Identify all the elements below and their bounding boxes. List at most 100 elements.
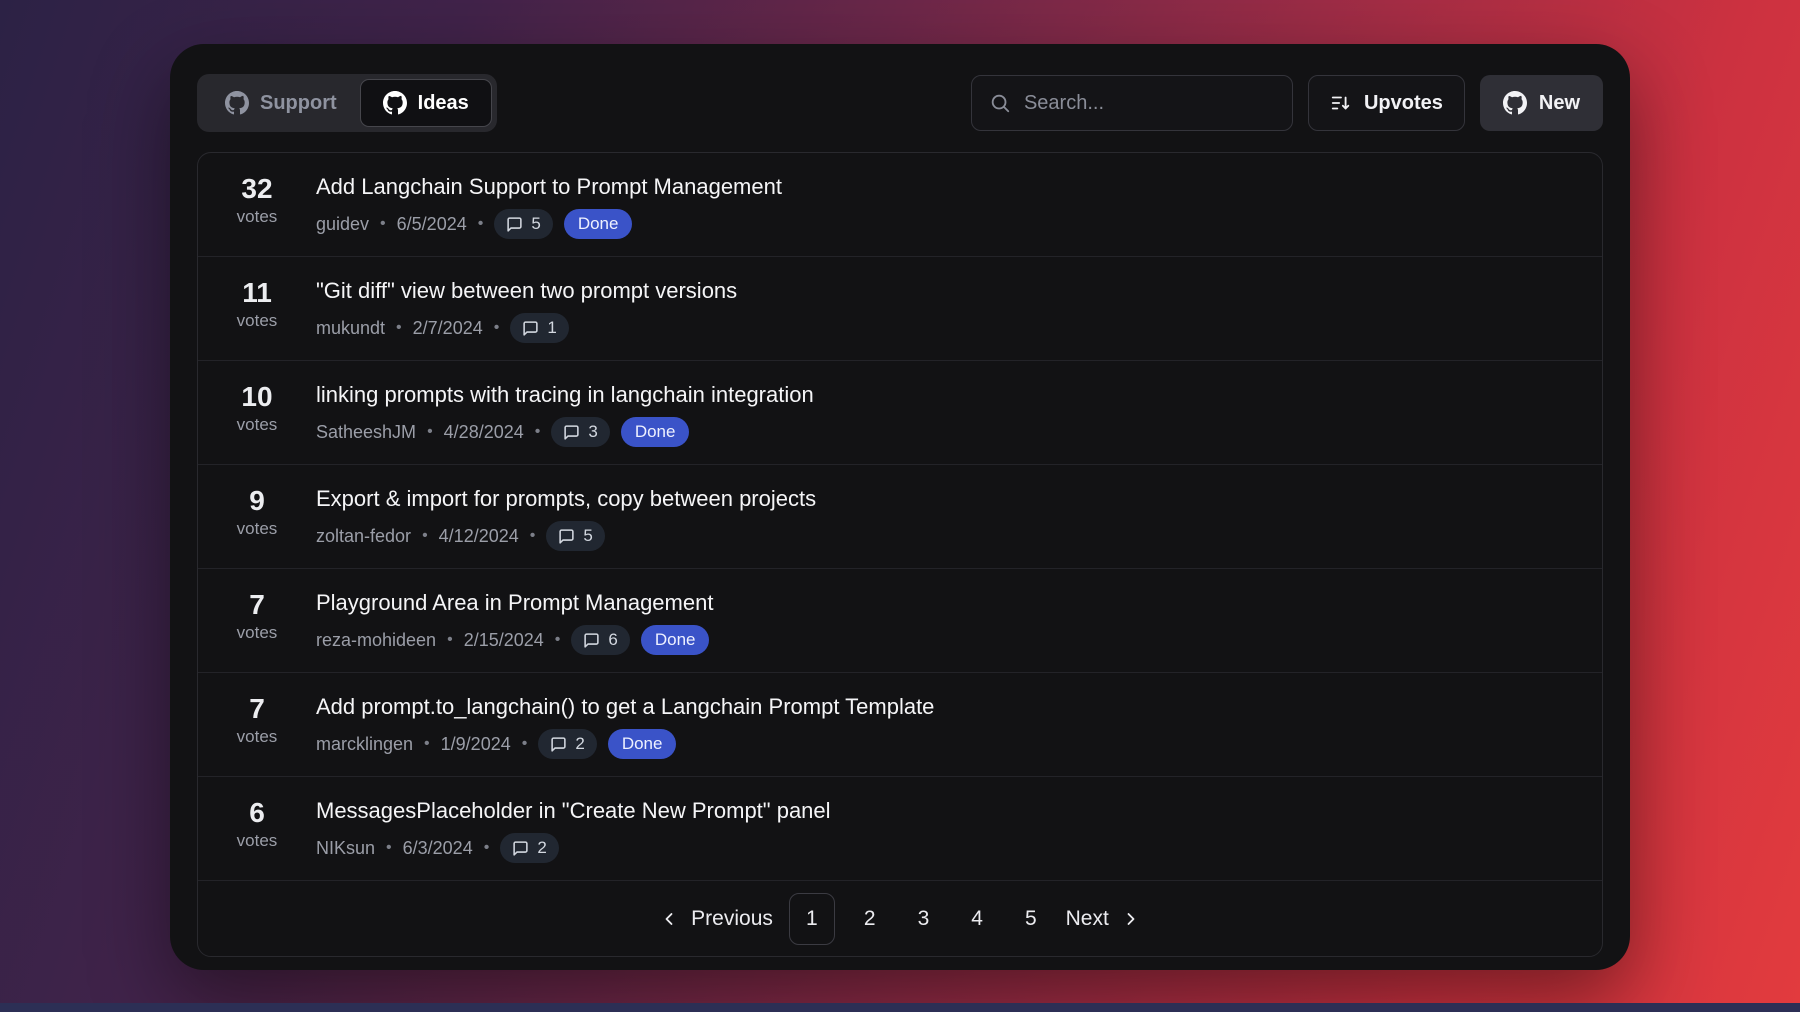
comments-badge[interactable]: 3	[551, 417, 609, 447]
comments-badge[interactable]: 5	[546, 521, 604, 551]
github-icon	[225, 91, 249, 115]
separator-dot: •	[386, 839, 392, 857]
sort-descending-icon	[1330, 92, 1352, 114]
vote-count: 10 votes	[198, 379, 316, 447]
votes-label: votes	[198, 724, 316, 750]
separator-dot: •	[396, 319, 402, 337]
idea-date: 1/9/2024	[441, 734, 511, 755]
previous-page-label: Previous	[691, 907, 773, 931]
idea-meta: SatheeshJM • 4/28/2024 • 3 Done	[316, 417, 814, 447]
comments-badge[interactable]: 6	[571, 625, 629, 655]
comment-count: 2	[537, 838, 546, 858]
idea-author: NIKsun	[316, 838, 375, 859]
idea-author: SatheeshJM	[316, 422, 416, 443]
page-button-4[interactable]: 4	[958, 907, 996, 931]
tab-ideas[interactable]: Ideas	[360, 79, 492, 127]
separator-dot: •	[535, 423, 541, 441]
vote-number: 6	[198, 798, 316, 828]
idea-row[interactable]: 7 votes Add prompt.to_langchain() to get…	[198, 672, 1602, 776]
page-button-1[interactable]: 1	[789, 893, 835, 945]
comment-bubble-icon	[550, 736, 567, 753]
vote-number: 7	[198, 590, 316, 620]
page-button-2[interactable]: 2	[851, 907, 889, 931]
page-button-5[interactable]: 5	[1012, 907, 1050, 931]
toolbar-controls: Upvotes New	[971, 75, 1603, 131]
idea-author: guidev	[316, 214, 369, 235]
idea-date: 6/5/2024	[397, 214, 467, 235]
new-post-button[interactable]: New	[1480, 75, 1603, 131]
desktop-background: { "header": { "tabs": [ { "label": "Supp…	[0, 0, 1800, 1012]
comment-bubble-icon	[506, 216, 523, 233]
idea-title[interactable]: MessagesPlaceholder in "Create New Promp…	[316, 797, 831, 824]
idea-row[interactable]: 7 votes Playground Area in Prompt Manage…	[198, 568, 1602, 672]
comment-bubble-icon	[563, 424, 580, 441]
page-button-3[interactable]: 3	[905, 907, 943, 931]
status-badge-done: Done	[641, 625, 710, 655]
idea-meta: zoltan-fedor • 4/12/2024 • 5	[316, 521, 816, 551]
idea-title[interactable]: "Git diff" view between two prompt versi…	[316, 277, 737, 304]
idea-row[interactable]: 10 votes linking prompts with tracing in…	[198, 360, 1602, 464]
idea-date: 6/3/2024	[403, 838, 473, 859]
idea-title[interactable]: Export & import for prompts, copy betwee…	[316, 485, 816, 512]
comment-count: 2	[575, 734, 584, 754]
comment-bubble-icon	[512, 840, 529, 857]
vote-count: 11 votes	[198, 275, 316, 343]
idea-content: "Git diff" view between two prompt versi…	[316, 275, 737, 343]
idea-title[interactable]: Playground Area in Prompt Management	[316, 589, 713, 616]
comments-badge[interactable]: 5	[494, 209, 552, 239]
separator-dot: •	[530, 527, 536, 545]
status-badge-done: Done	[621, 417, 690, 447]
votes-label: votes	[198, 412, 316, 438]
comment-count: 5	[531, 214, 540, 234]
vote-count: 7 votes	[198, 691, 316, 759]
feedback-board-window: Support Ideas Upvotes	[170, 44, 1630, 970]
chevron-left-icon	[659, 909, 679, 929]
idea-title[interactable]: Add prompt.to_langchain() to get a Langc…	[316, 693, 934, 720]
idea-author: mukundt	[316, 318, 385, 339]
separator-dot: •	[447, 631, 453, 649]
votes-label: votes	[198, 828, 316, 854]
idea-row[interactable]: 6 votes MessagesPlaceholder in "Create N…	[198, 776, 1602, 880]
github-icon	[383, 91, 407, 115]
vote-count: 7 votes	[198, 587, 316, 655]
idea-meta: NIKsun • 6/3/2024 • 2	[316, 833, 831, 863]
votes-label: votes	[198, 620, 316, 646]
idea-title[interactable]: Add Langchain Support to Prompt Manageme…	[316, 173, 782, 200]
tab-support[interactable]: Support	[202, 79, 360, 127]
next-page-label: Next	[1066, 907, 1109, 931]
comment-count: 1	[547, 318, 556, 338]
comments-badge[interactable]: 2	[538, 729, 596, 759]
idea-content: MessagesPlaceholder in "Create New Promp…	[316, 795, 831, 863]
idea-row[interactable]: 11 votes "Git diff" view between two pro…	[198, 256, 1602, 360]
idea-date: 2/15/2024	[464, 630, 544, 651]
search-input[interactable]	[1024, 92, 1275, 115]
search-icon	[989, 92, 1011, 114]
votes-label: votes	[198, 204, 316, 230]
tab-support-label: Support	[260, 92, 337, 115]
votes-label: votes	[198, 308, 316, 334]
previous-page-button[interactable]: Previous	[659, 907, 773, 931]
sort-upvotes-label: Upvotes	[1364, 92, 1443, 115]
bottom-edge	[0, 1003, 1800, 1012]
idea-meta: guidev • 6/5/2024 • 5 Done	[316, 209, 782, 239]
comments-badge[interactable]: 2	[500, 833, 558, 863]
next-page-button[interactable]: Next	[1066, 907, 1141, 931]
sort-upvotes-button[interactable]: Upvotes	[1308, 75, 1465, 131]
comment-count: 6	[608, 630, 617, 650]
vote-number: 7	[198, 694, 316, 724]
board-tabs: Support Ideas	[197, 74, 497, 132]
comment-bubble-icon	[558, 528, 575, 545]
separator-dot: •	[380, 215, 386, 233]
separator-dot: •	[424, 735, 430, 753]
separator-dot: •	[478, 215, 484, 233]
github-icon	[1503, 91, 1527, 115]
separator-dot: •	[555, 631, 561, 649]
idea-content: Add prompt.to_langchain() to get a Langc…	[316, 691, 934, 759]
idea-title[interactable]: linking prompts with tracing in langchai…	[316, 381, 814, 408]
comments-badge[interactable]: 1	[510, 313, 568, 343]
idea-row[interactable]: 32 votes Add Langchain Support to Prompt…	[198, 153, 1602, 256]
search-box[interactable]	[971, 75, 1293, 131]
vote-count: 32 votes	[198, 171, 316, 239]
idea-row[interactable]: 9 votes Export & import for prompts, cop…	[198, 464, 1602, 568]
vote-number: 32	[198, 174, 316, 204]
